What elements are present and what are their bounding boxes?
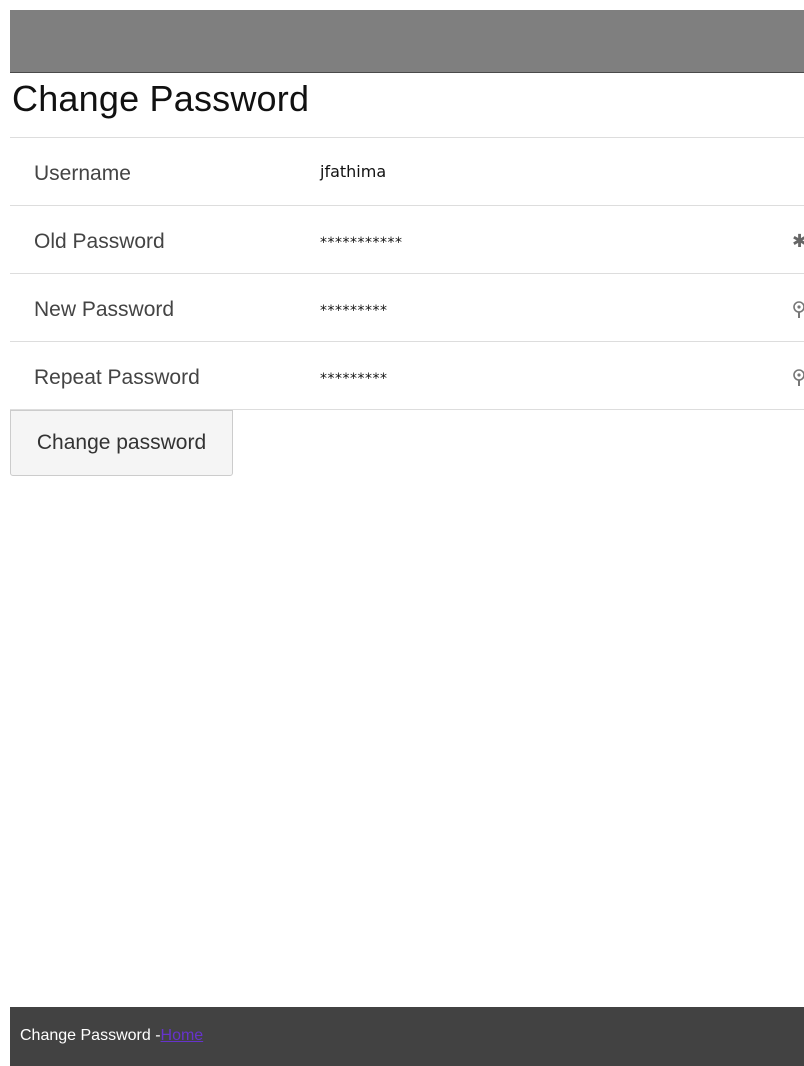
header-bar [10,10,804,73]
username-row: Username jfathima [10,138,804,206]
key-icon [792,300,804,320]
old-password-field[interactable]: *********** [320,235,403,251]
username-label: Username [34,162,131,185]
repeat-password-row: Repeat Password ********* [10,342,804,410]
repeat-password-label: Repeat Password [34,366,200,389]
old-password-label: Old Password [34,230,165,253]
new-password-row: New Password ********* [10,274,804,342]
asterisk-icon: ✱ [792,232,804,252]
top-margin [0,0,804,10]
footer-page-label: Change Password - [20,1027,161,1044]
home-link[interactable]: Home [161,1027,204,1044]
footer: Change Password -Home [10,1007,804,1066]
key-icon [792,368,804,388]
repeat-password-field[interactable]: ********* [320,371,388,387]
footer-text: Change Password -Home [20,1027,203,1045]
new-password-field[interactable]: ********* [320,303,388,319]
change-password-form: Username jfathima Old Password *********… [10,137,804,410]
page-title: Change Password [12,78,310,119]
change-password-button[interactable]: Change password [10,410,233,476]
old-password-row: Old Password *********** ✱ [10,206,804,274]
new-password-label: New Password [34,298,175,321]
username-value: jfathima [320,162,387,181]
